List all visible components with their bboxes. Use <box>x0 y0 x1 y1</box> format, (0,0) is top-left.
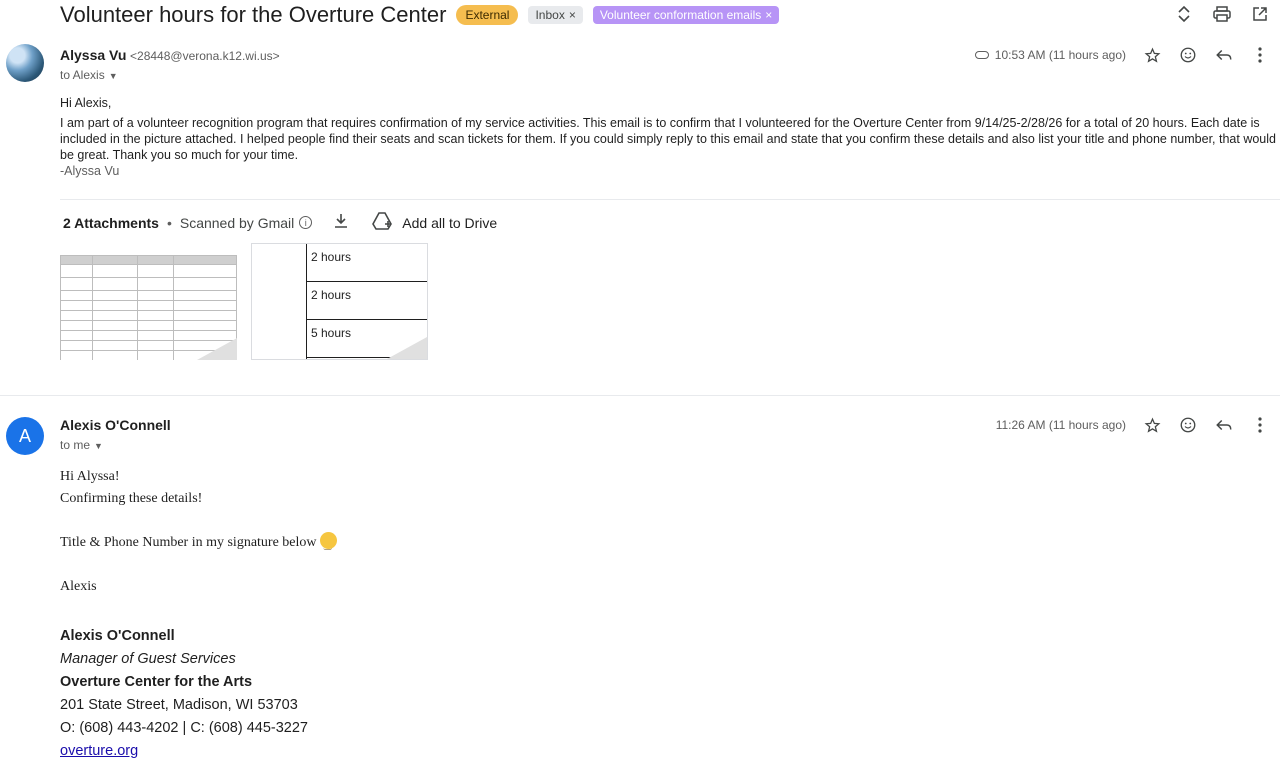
signature-name: Alexis O'Connell <box>60 628 175 644</box>
recipient-details-toggle[interactable]: to me ▼ <box>60 438 103 452</box>
open-new-window-icon[interactable] <box>1250 4 1270 24</box>
drive-add-icon <box>372 212 394 233</box>
more-options-icon[interactable] <box>1250 415 1270 435</box>
recipient-label: to me <box>60 438 91 452</box>
smiley-emoji-icon <box>320 532 338 556</box>
hours-cell: 2 hours <box>307 282 427 320</box>
thumbnail-corner <box>197 338 237 360</box>
signature-note-line: Title & Phone Number in my signature bel… <box>60 532 338 556</box>
message-divider <box>0 395 1280 396</box>
avatar[interactable] <box>6 44 44 82</box>
subject-title: Volunteer hours for the Overture Center <box>60 2 447 27</box>
thumbnail-corner <box>387 337 427 359</box>
chevron-down-icon: ▼ <box>108 71 118 81</box>
message-meta: 11:26 AM (11 hours ago) <box>996 415 1270 435</box>
attachments-count: 2 Attachments <box>63 214 159 231</box>
signoff: -Alyssa Vu <box>60 164 120 178</box>
body-paragraph: I am part of a volunteer recognition pro… <box>60 116 1276 162</box>
remove-label-inbox-icon[interactable]: × <box>569 8 576 22</box>
more-options-icon[interactable] <box>1250 45 1270 65</box>
sender-name[interactable]: Alexis O'Connell <box>60 417 171 433</box>
timestamp-text: 11:26 AM (11 hours ago) <box>995 418 1126 432</box>
sender-email: <28448@verona.k12.wi.us> <box>130 49 280 63</box>
message-meta: 10:53 AM (11 hours ago) <box>974 45 1270 65</box>
label-volunteer[interactable]: Volunteer conformation emails × <box>592 6 780 24</box>
separator-dot: • <box>166 214 172 231</box>
add-all-to-drive-button[interactable]: Add all to Drive <box>372 212 497 233</box>
signature-note-text: Title & Phone Number in my signature bel… <box>60 535 317 550</box>
label-inbox-text: Inbox <box>535 8 565 22</box>
message-body: Hi Alyssa! Confirming these details! Tit… <box>60 466 338 598</box>
sender-line: Alyssa Vu <28448@verona.k12.wi.us> <box>60 47 280 63</box>
greeting: Hi Alexis, <box>60 96 112 110</box>
info-icon[interactable]: i <box>299 216 313 229</box>
label-volunteer-text: Volunteer conformation emails <box>599 8 762 22</box>
sender-name[interactable]: Alyssa Vu <box>60 47 126 63</box>
signoff: Alexis <box>60 579 97 594</box>
reply-icon[interactable] <box>1214 45 1234 65</box>
scanned-by-gmail: Scanned by Gmail <box>179 214 295 231</box>
signature-address: 201 State Street, Madison, WI 53703 <box>60 697 298 713</box>
message-body: Hi Alexis, I am part of a volunteer reco… <box>60 95 1278 183</box>
thread-actions <box>1174 4 1270 24</box>
collapse-all-icon[interactable] <box>1174 4 1194 24</box>
reply-icon[interactable] <box>1214 415 1234 435</box>
label-inbox[interactable]: Inbox × <box>528 6 583 24</box>
avatar[interactable]: A <box>6 417 44 455</box>
download-all-icon[interactable] <box>334 213 348 232</box>
email-signature: Alexis O'Connell Manager of Guest Servic… <box>60 625 308 760</box>
star-icon[interactable] <box>1142 415 1162 435</box>
attachments-header: 2 Attachments • Scanned by Gmail i Add a… <box>63 212 497 233</box>
emoji-reaction-icon[interactable] <box>1178 45 1198 65</box>
subject-bar: Volunteer hours for the Overture Center … <box>60 0 1280 30</box>
timestamp-text: 10:53 AM (11 hours ago) <box>994 48 1126 62</box>
remove-label-volunteer-icon[interactable]: × <box>765 8 772 22</box>
confirmation-line: Confirming these details! <box>60 491 203 506</box>
sender-line: Alexis O'Connell <box>60 417 171 433</box>
signature-website-link[interactable]: overture.org <box>60 740 308 760</box>
label-external[interactable]: External <box>456 5 519 25</box>
attachment-thumbnail-1[interactable] <box>60 243 237 360</box>
print-icon[interactable] <box>1212 4 1232 24</box>
signature-organization: Overture Center for the Arts <box>60 674 253 690</box>
emoji-reaction-icon[interactable] <box>1178 415 1198 435</box>
signature-title: Manager of Guest Services <box>60 651 236 667</box>
hours-cell: 2 hours <box>307 244 427 282</box>
timestamp: 11:26 AM (11 hours ago) <box>996 418 1126 432</box>
chevron-down-icon: ▼ <box>94 441 103 451</box>
recipient-label: to Alexis <box>60 68 105 82</box>
attachments-divider <box>60 199 1280 200</box>
attachment-icon <box>974 51 989 59</box>
star-icon[interactable] <box>1142 45 1162 65</box>
signature-phones: O: (608) 443-4202 | C: (608) 445-3227 <box>60 720 309 736</box>
recipient-details-toggle[interactable]: to Alexis ▼ <box>60 68 118 82</box>
add-all-to-drive-label: Add all to Drive <box>402 214 498 231</box>
greeting: Hi Alyssa! <box>60 469 120 484</box>
timestamp: 10:53 AM (11 hours ago) <box>974 48 1126 62</box>
attachment-thumbnail-2[interactable]: 2 hours 2 hours 5 hours <box>251 243 428 360</box>
